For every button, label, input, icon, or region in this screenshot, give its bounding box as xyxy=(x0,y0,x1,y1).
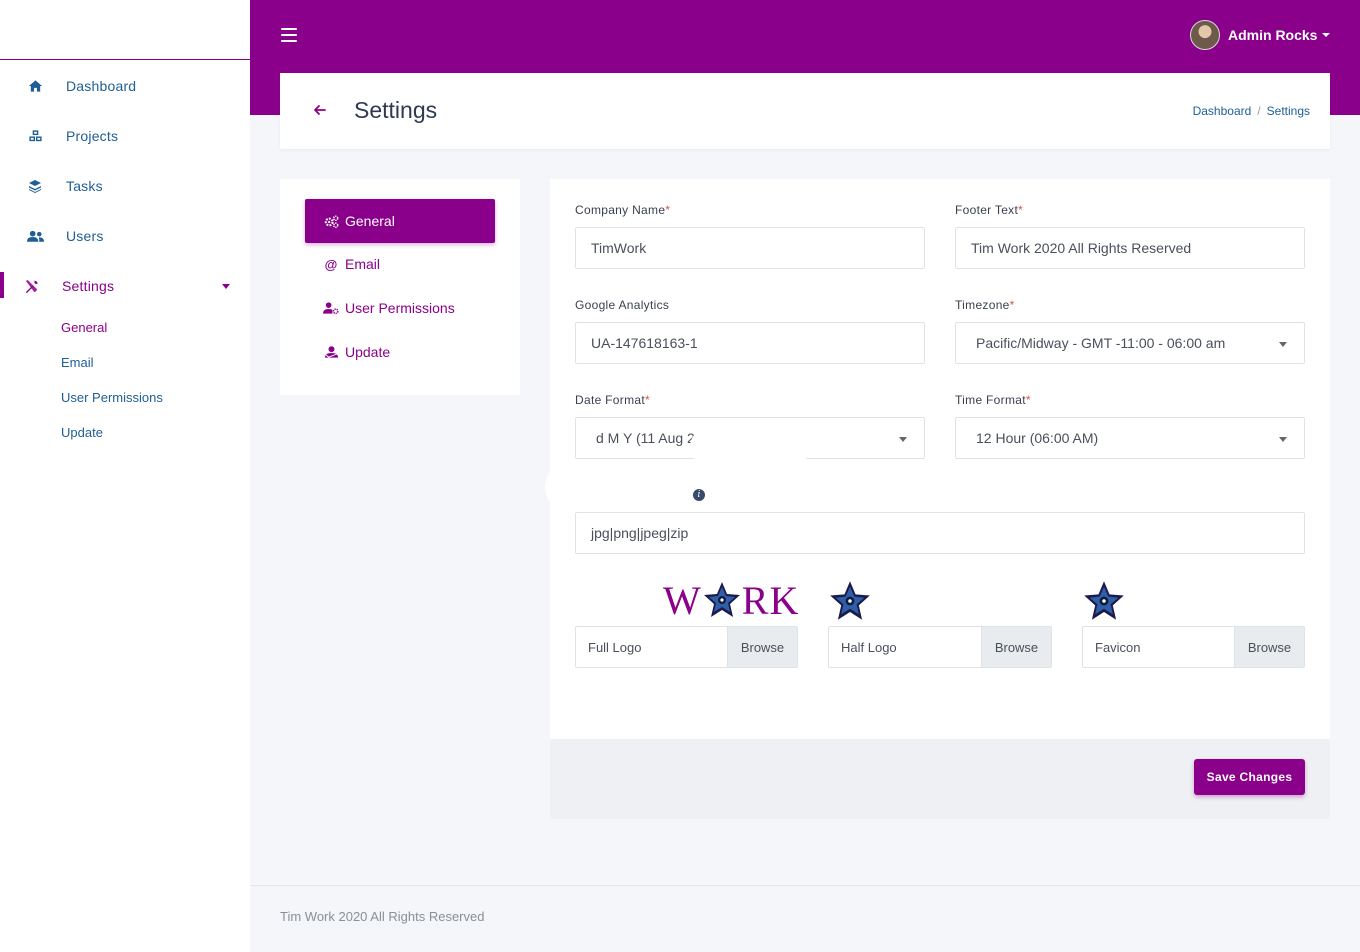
full-logo-filename: Full Logo xyxy=(588,639,642,655)
sidebar-item-label: Dashboard xyxy=(66,78,137,94)
tools-icon xyxy=(22,277,40,295)
tab-email[interactable]: @ Email xyxy=(305,242,495,286)
save-changes-button[interactable]: Save Changes xyxy=(1194,759,1305,795)
obscured-region xyxy=(545,462,695,512)
company-name-label: Company Name* xyxy=(575,203,671,217)
tab-user-permissions[interactable]: User Permissions xyxy=(305,286,495,330)
sidebar-item-label: Projects xyxy=(66,128,119,144)
user-update-icon xyxy=(323,345,339,359)
page-header xyxy=(280,73,1330,149)
sidebar-item-users[interactable]: Users xyxy=(0,216,250,256)
tab-label: Update xyxy=(345,344,391,360)
sidebar-item-tasks[interactable]: Tasks xyxy=(0,166,250,206)
footer-text-input[interactable]: Tim Work 2020 All Rights Reserved xyxy=(955,227,1305,269)
breadcrumb-dashboard[interactable]: Dashboard xyxy=(1193,104,1252,118)
tab-label: General xyxy=(345,213,395,229)
breadcrumb-separator: / xyxy=(1257,104,1261,118)
avatar xyxy=(1190,20,1220,50)
back-arrow-icon[interactable] xyxy=(312,102,328,118)
timezone-label: Timezone* xyxy=(955,298,1015,312)
half-logo-file-input[interactable]: Half Logo Browse xyxy=(828,626,1052,668)
google-analytics-label: Google Analytics xyxy=(575,298,670,312)
user-cog-icon xyxy=(323,301,339,315)
user-name: Admin Rocks xyxy=(1228,27,1318,43)
at-icon: @ xyxy=(324,256,338,272)
cubes-icon xyxy=(26,127,44,145)
sidebar-item-label: Settings xyxy=(62,278,115,294)
sidebar-subitem-update[interactable]: Update xyxy=(61,425,103,440)
page-title: Settings xyxy=(354,97,438,123)
favicon-preview xyxy=(1084,581,1124,620)
full-logo-file-input[interactable]: Full Logo Browse xyxy=(575,626,798,668)
sidebar-item-label: Tasks xyxy=(66,178,103,194)
sidebar-item-label: Users xyxy=(66,228,104,244)
sidebar-subitem-general[interactable]: General xyxy=(61,320,107,335)
full-logo-browse-button[interactable]: Browse xyxy=(727,627,797,667)
cogs-icon xyxy=(323,214,339,228)
favicon-file-input[interactable]: Favicon Browse xyxy=(1082,626,1305,668)
tab-general[interactable]: General xyxy=(305,199,495,243)
menu-toggle-icon[interactable] xyxy=(281,28,297,42)
company-name-input[interactable]: TimWork xyxy=(575,227,925,269)
footer-text-label: Footer Text* xyxy=(955,203,1024,217)
tab-label: User Permissions xyxy=(345,300,455,316)
sidebar-item-dashboard[interactable]: Dashboard xyxy=(0,66,250,106)
obscured-region xyxy=(690,427,810,467)
sidebar-brand xyxy=(0,0,250,60)
chevron-down-icon xyxy=(222,283,230,289)
user-menu[interactable]: Admin Rocks xyxy=(1190,20,1331,50)
favicon-browse-button[interactable]: Browse xyxy=(1234,627,1304,667)
home-icon xyxy=(26,77,44,95)
breadcrumb: Dashboard / Settings xyxy=(1193,104,1310,118)
half-logo-preview xyxy=(830,581,870,620)
star-logo-icon xyxy=(703,582,740,617)
sidebar-subitem-user-permissions[interactable]: User Permissions xyxy=(61,390,163,405)
breadcrumb-settings: Settings xyxy=(1266,104,1310,118)
info-icon[interactable]: i xyxy=(693,489,705,501)
date-format-label: Date Format* xyxy=(575,393,650,407)
time-format-select[interactable]: 12 Hour (06:00 AM) xyxy=(955,417,1305,459)
tab-label: Email xyxy=(345,256,381,272)
timezone-select[interactable]: Pacific/Midway - GMT -11:00 - 06:00 am xyxy=(955,322,1305,364)
sidebar-item-projects[interactable]: Projects xyxy=(0,116,250,156)
sidebar-item-settings[interactable]: Settings xyxy=(0,266,250,306)
half-logo-filename: Half Logo xyxy=(841,639,897,655)
half-logo-browse-button[interactable]: Browse xyxy=(981,627,1051,667)
select-caret-icon xyxy=(899,437,907,442)
select-caret-icon xyxy=(1279,437,1287,442)
favicon-filename: Favicon xyxy=(1095,639,1141,655)
users-icon xyxy=(26,227,44,245)
google-analytics-input[interactable]: UA-147618163-1 xyxy=(575,322,925,364)
sidebar-subitem-email[interactable]: Email xyxy=(61,355,94,370)
allowed-file-types-input[interactable]: jpg|png|jpeg|zip xyxy=(575,512,1305,554)
full-logo-preview: W RK xyxy=(663,577,800,623)
select-caret-icon xyxy=(1279,342,1287,347)
layers-icon xyxy=(26,177,44,195)
tab-update[interactable]: Update xyxy=(305,330,495,374)
caret-down-icon xyxy=(1322,33,1331,37)
footer-copyright: Tim Work 2020 All Rights Reserved xyxy=(280,909,485,924)
time-format-label: Time Format* xyxy=(955,393,1031,407)
